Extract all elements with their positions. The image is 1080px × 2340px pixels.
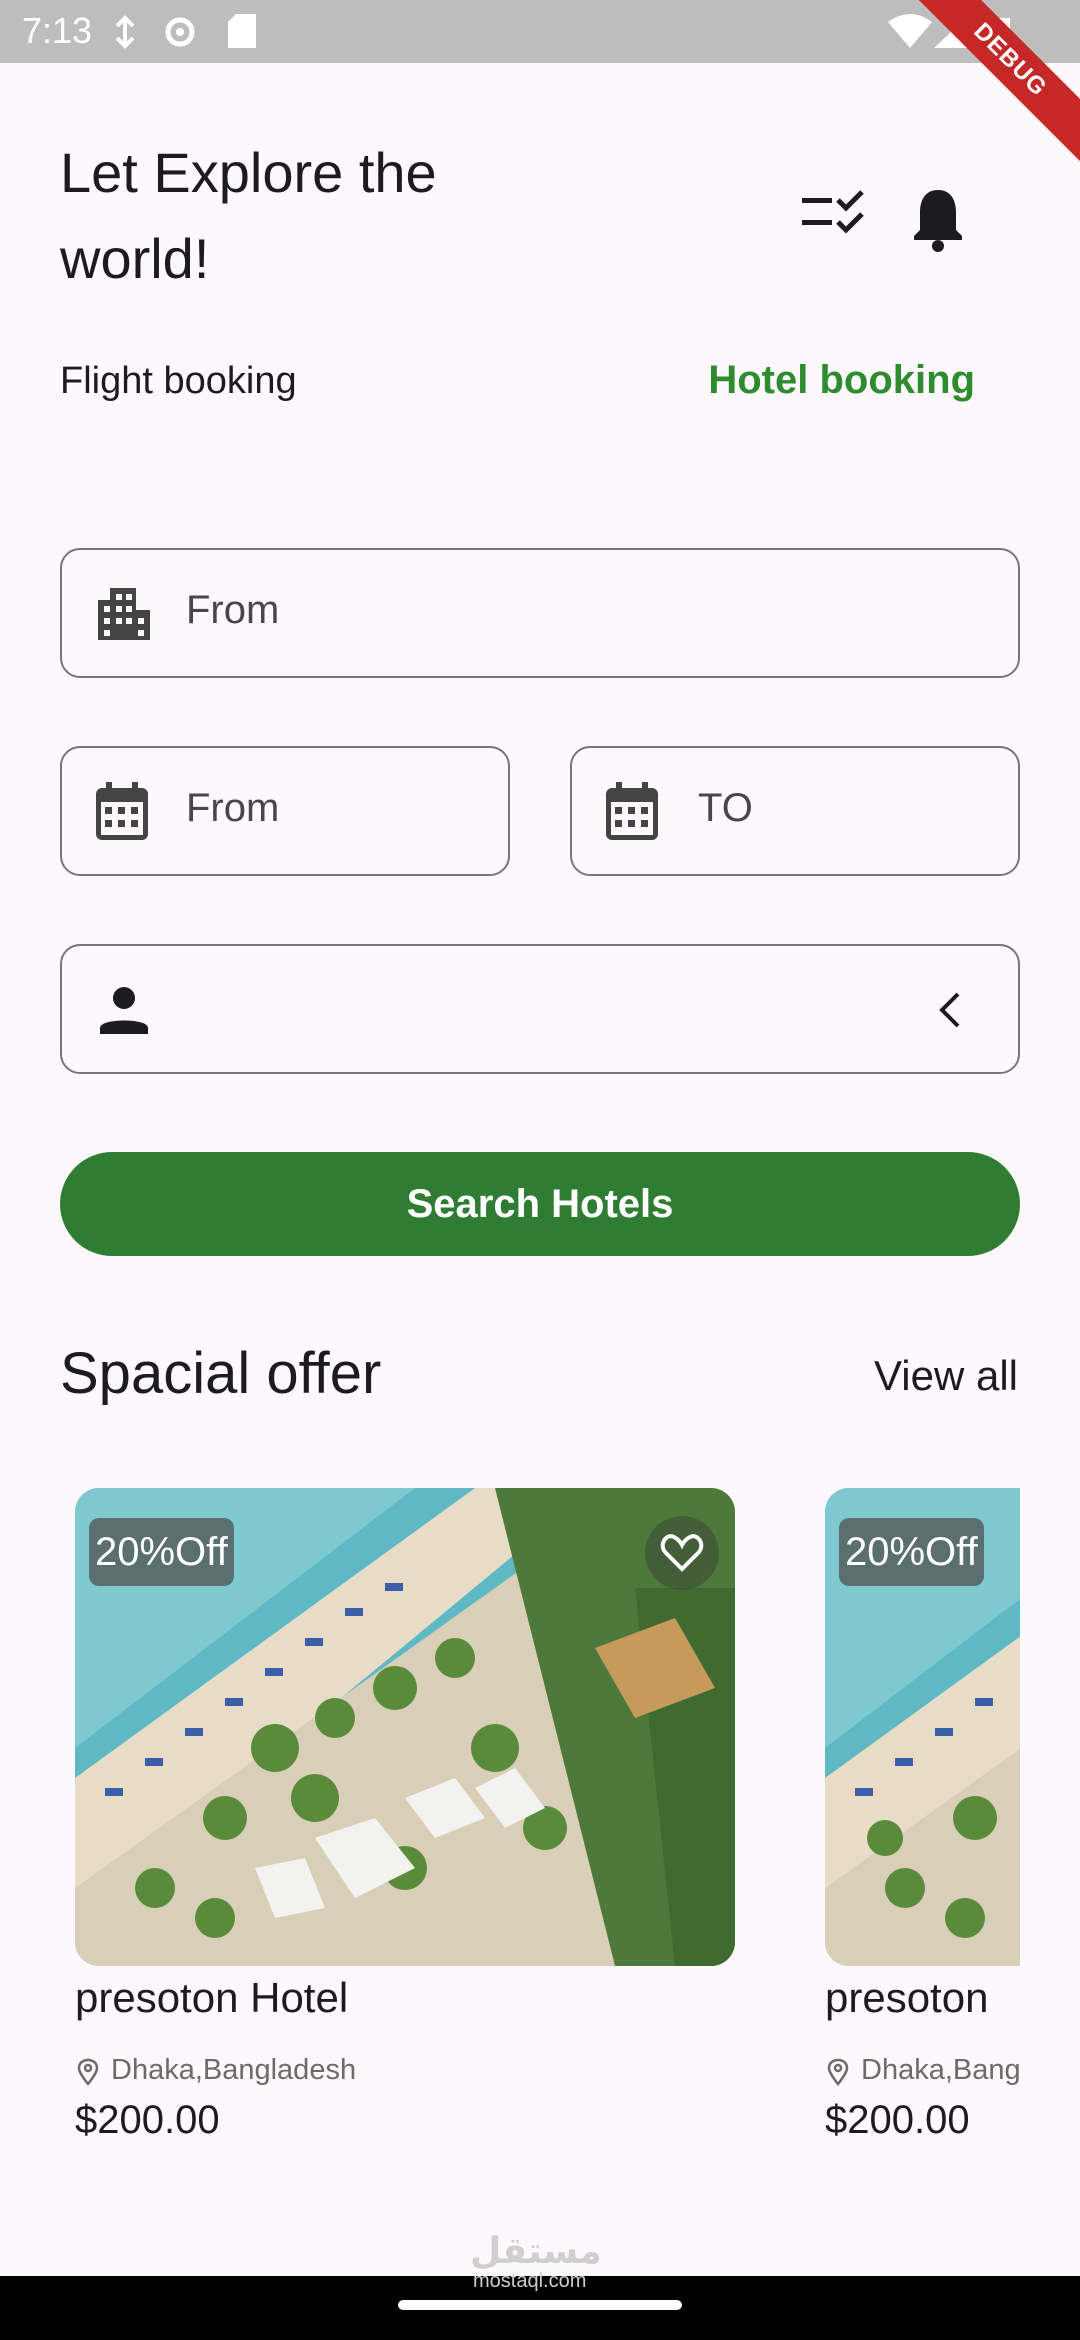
discount-badge: 20%Off: [89, 1518, 234, 1586]
checkin-date-field[interactable]: From: [60, 746, 510, 876]
section-title: Spacial offer: [60, 1341, 382, 1406]
location-field[interactable]: From: [60, 548, 1020, 678]
apartment-icon: [98, 588, 150, 640]
view-all-link[interactable]: View all: [874, 1352, 1018, 1400]
hotel-price: $200.00: [825, 2098, 970, 2142]
location-placeholder: From: [186, 588, 280, 632]
tab-hotel-booking[interactable]: Hotel booking: [708, 358, 975, 403]
location-pin-icon: [827, 2058, 849, 2086]
hotel-name: presoton Hotel: [75, 1974, 349, 2021]
calendar-icon: [606, 782, 658, 840]
person-icon: [100, 987, 148, 1034]
page-title: Let Explore the world!: [60, 141, 437, 290]
bell-icon[interactable]: [912, 186, 964, 252]
sd-card-icon: [228, 14, 256, 48]
checkout-date-field[interactable]: TO: [570, 746, 1020, 876]
watermark-url: mostaql.com: [473, 2270, 587, 2292]
status-bar: 7:13: [0, 0, 1080, 63]
hotel-name: presoton: [825, 1974, 989, 2021]
calendar-icon: [96, 782, 148, 840]
watermark-logo: مستقل: [470, 2230, 602, 2271]
search-hotels-button[interactable]: Search Hotels: [60, 1152, 1020, 1256]
location-pin-icon: [77, 2058, 99, 2086]
offer-card[interactable]: 20%Off presoton Hotel Dhaka,Bangladesh $…: [75, 1488, 735, 2168]
status-time: 7:13: [22, 10, 93, 51]
settings-icon: [165, 17, 195, 47]
guests-field[interactable]: [60, 944, 1020, 1074]
offer-card[interactable]: 20%Off presoton Dhaka,Bang $200.00: [825, 1488, 1020, 2168]
tab-flight-booking[interactable]: Flight booking: [60, 360, 297, 403]
hotel-location: Dhaka,Bang: [861, 2054, 1020, 2086]
favorite-button[interactable]: [645, 1516, 719, 1590]
hotel-price: $200.00: [75, 2098, 220, 2142]
discount-badge: 20%Off: [839, 1518, 984, 1586]
hotel-location: Dhaka,Bangladesh: [111, 2054, 357, 2086]
checkout-placeholder: TO: [698, 786, 753, 830]
chevron-left-icon[interactable]: [936, 990, 962, 1030]
wifi-icon: [888, 14, 932, 48]
checklist-icon[interactable]: [800, 190, 866, 236]
heart-icon: [660, 1534, 704, 1572]
home-gesture-handle[interactable]: [398, 2300, 682, 2310]
checkin-placeholder: From: [186, 786, 280, 830]
data-saver-icon: [115, 15, 135, 49]
